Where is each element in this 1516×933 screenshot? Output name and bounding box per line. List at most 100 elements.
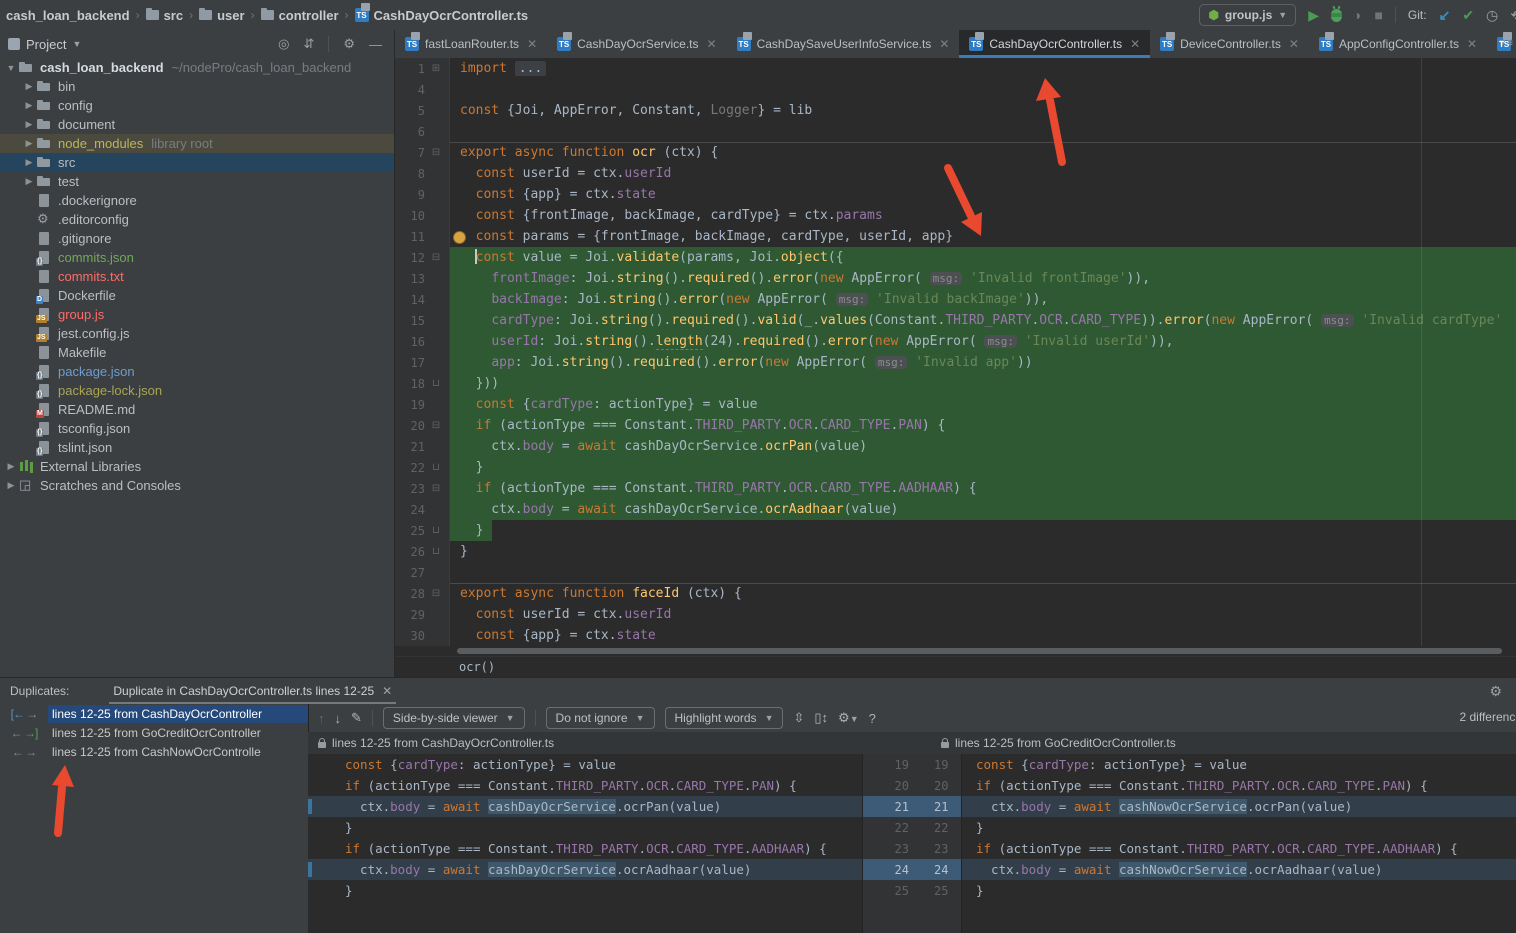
tree-row[interactable]: ▶test	[0, 172, 394, 191]
fold-marker-icon[interactable]: ⊟	[425, 420, 447, 431]
highlight-mode-select[interactable]: Highlight words ▼	[665, 707, 784, 729]
editor-tab[interactable]: TSCashDayOcrController.ts✕	[959, 30, 1150, 58]
editor-line[interactable]: 22⊔ }	[395, 457, 1516, 478]
settings-gear-icon[interactable]: ⚙	[343, 36, 355, 52]
hide-panel-button[interactable]: —	[369, 37, 382, 52]
rollback-button[interactable]: ⟲	[1510, 8, 1516, 22]
editor-line[interactable]: 13 frontImage: Joi.string().required().e…	[395, 268, 1516, 289]
edit-source-icon[interactable]: ✎	[351, 710, 362, 726]
settings-gear-icon[interactable]: ⚙	[1489, 683, 1502, 700]
stop-button[interactable]: ■	[1374, 8, 1382, 22]
tree-row[interactable]: ▼cash_loan_backend~/nodePro/cash_loan_ba…	[0, 58, 394, 77]
tree-expand-arrow[interactable]: ▶	[22, 157, 36, 168]
run-button[interactable]: ▶	[1308, 8, 1319, 22]
diff-left-pane[interactable]: const {cardType: actionType} = valueif (…	[308, 754, 862, 933]
run-configuration-select[interactable]: ⬢ group.js ▼	[1199, 4, 1296, 26]
close-icon[interactable]: ✕	[382, 684, 392, 698]
breadcrumb-item[interactable]: user	[199, 8, 244, 23]
editor-tab[interactable]: TSfastLoanRouter.ts✕	[395, 30, 547, 58]
editor-line[interactable]: 7⊟export async function ocr (ctx) {	[395, 142, 1516, 163]
project-tool-window-button[interactable]: Project ▼	[0, 37, 81, 52]
tree-expand-arrow[interactable]: ▶	[22, 119, 36, 130]
tree-expand-arrow[interactable]: ▶	[22, 176, 36, 187]
tree-row[interactable]: {}commits.json	[0, 248, 394, 267]
breadcrumb-item[interactable]: TSCashDayOcrController.ts	[355, 8, 529, 23]
duplicates-result-tab[interactable]: Duplicate in CashDayOcrController.ts lin…	[109, 678, 396, 704]
tree-row[interactable]: commits.txt	[0, 267, 394, 286]
previous-difference-button[interactable]: ↑	[318, 711, 325, 726]
git-update-button[interactable]: ↙	[1439, 8, 1451, 22]
tree-row[interactable]: ▶node_moduleslibrary root	[0, 134, 394, 153]
fold-marker-icon[interactable]: ⊔	[425, 525, 447, 536]
intention-bulb-icon[interactable]	[453, 231, 466, 244]
tree-row[interactable]: DDockerfile	[0, 286, 394, 305]
viewer-mode-select[interactable]: Side-by-side viewer ▼	[383, 707, 525, 729]
fold-marker-icon[interactable]: ⊟	[425, 147, 447, 158]
tree-row[interactable]: ▶document	[0, 115, 394, 134]
editor-tab[interactable]: TSCashDaySaveUserInfoService.ts✕	[727, 30, 960, 58]
tree-row[interactable]: {}tsconfig.json	[0, 419, 394, 438]
tree-expand-arrow[interactable]: ▶	[22, 81, 36, 92]
diff-right-pane[interactable]: const {cardType: actionType} = valueif (…	[962, 754, 1516, 933]
breadcrumb-item[interactable]: src	[146, 8, 184, 23]
help-button[interactable]: ?	[869, 711, 876, 726]
diff-settings-gear-icon[interactable]: ⚙▼	[838, 710, 859, 726]
editor-line[interactable]: 24 ctx.body = await cashDayOcrService.oc…	[395, 499, 1516, 520]
editor-line[interactable]: 21 ctx.body = await cashDayOcrService.oc…	[395, 436, 1516, 457]
debug-button[interactable]	[1331, 9, 1342, 22]
tree-row[interactable]: ▶Scratches and Consoles	[0, 476, 394, 495]
breadcrumb-item[interactable]: cash_loan_backend	[6, 8, 130, 23]
tree-row[interactable]: .dockerignore	[0, 191, 394, 210]
tree-row[interactable]: {}tslint.json	[0, 438, 394, 457]
tree-row[interactable]: JSjest.config.js	[0, 324, 394, 343]
fold-marker-icon[interactable]: ⊔	[425, 462, 447, 473]
duplicate-list-item[interactable]: ← →]lines 12-25 from GoCreditOcrControll…	[0, 724, 308, 742]
tree-row[interactable]: .editorconfig	[0, 210, 394, 229]
editor-line[interactable]: 8 const userId = ctx.userId	[395, 163, 1516, 184]
editor-line[interactable]: 4	[395, 79, 1516, 100]
editor-line[interactable]: 25⊔ }	[395, 520, 1516, 541]
tab-close-icon[interactable]: ✕	[1289, 37, 1299, 51]
tree-row[interactable]: JSgroup.js	[0, 305, 394, 324]
editor-line[interactable]: 16 userId: Joi.string().length(24).requi…	[395, 331, 1516, 352]
editor-line[interactable]: 26⊔}	[395, 541, 1516, 562]
tab-close-icon[interactable]: ✕	[939, 37, 949, 51]
editor-line[interactable]: 11 const params = {frontImage, backImage…	[395, 226, 1516, 247]
editor-line[interactable]: 6	[395, 121, 1516, 142]
next-difference-button[interactable]: ↓	[335, 711, 342, 726]
coverage-button[interactable]: ◗	[1354, 8, 1362, 22]
editor-line[interactable]: 18⊔ }))	[395, 373, 1516, 394]
tree-row[interactable]: Makefile	[0, 343, 394, 362]
fold-marker-icon[interactable]: ⊟	[425, 252, 447, 263]
editor-line[interactable]: 19 const {cardType: actionType} = value	[395, 394, 1516, 415]
fold-marker-icon[interactable]: ⊟	[425, 588, 447, 599]
editor-line[interactable]: 29 const userId = ctx.userId	[395, 604, 1516, 625]
tab-close-icon[interactable]: ✕	[1467, 37, 1477, 51]
editor-line[interactable]: 17 app: Joi.string().required().error(ne…	[395, 352, 1516, 373]
breadcrumb-item[interactable]: controller	[261, 8, 339, 23]
editor-line[interactable]: 9 const {app} = ctx.state	[395, 184, 1516, 205]
tab-close-icon[interactable]: ✕	[1130, 37, 1140, 51]
tree-expand-arrow[interactable]: ▶	[22, 100, 36, 111]
editor-line[interactable]: 30 const {app} = ctx.state	[395, 625, 1516, 646]
tree-expand-arrow[interactable]: ▼	[4, 63, 18, 73]
editor-tab[interactable]: TSCashDayOcrService.ts✕	[547, 30, 726, 58]
fold-marker-icon[interactable]: ⊔	[425, 546, 447, 557]
fold-marker-icon[interactable]: ⊟	[425, 483, 447, 494]
editor-line[interactable]: 20⊟ if (actionType === Constant.THIRD_PA…	[395, 415, 1516, 436]
tree-expand-arrow[interactable]: ▶	[4, 461, 18, 472]
tree-expand-arrow[interactable]: ▶	[4, 480, 18, 491]
editor-line[interactable]: 15 cardType: Joi.string().required().val…	[395, 310, 1516, 331]
editor-line[interactable]: 27	[395, 562, 1516, 583]
collapse-unchanged-icon[interactable]: ⇳	[793, 710, 804, 726]
tab-close-icon[interactable]: ✕	[707, 37, 717, 51]
editor-line[interactable]: 23⊟ if (actionType === Constant.THIRD_PA…	[395, 478, 1516, 499]
fold-marker-icon[interactable]: ⊔	[425, 378, 447, 389]
collapse-all-button[interactable]: ⇵	[303, 36, 314, 52]
sync-scroll-icon[interactable]: ▯↕	[814, 710, 828, 726]
editor-line[interactable]: 10 const {frontImage, backImage, cardTyp…	[395, 205, 1516, 226]
editor-line[interactable]: 1⊞import ...	[395, 58, 1516, 79]
whitespace-policy-select[interactable]: Do not ignore ▼	[546, 707, 655, 729]
editor-tab[interactable]: TSDeviceController.ts✕	[1150, 30, 1309, 58]
editor-line[interactable]: 14 backImage: Joi.string().error(new App…	[395, 289, 1516, 310]
